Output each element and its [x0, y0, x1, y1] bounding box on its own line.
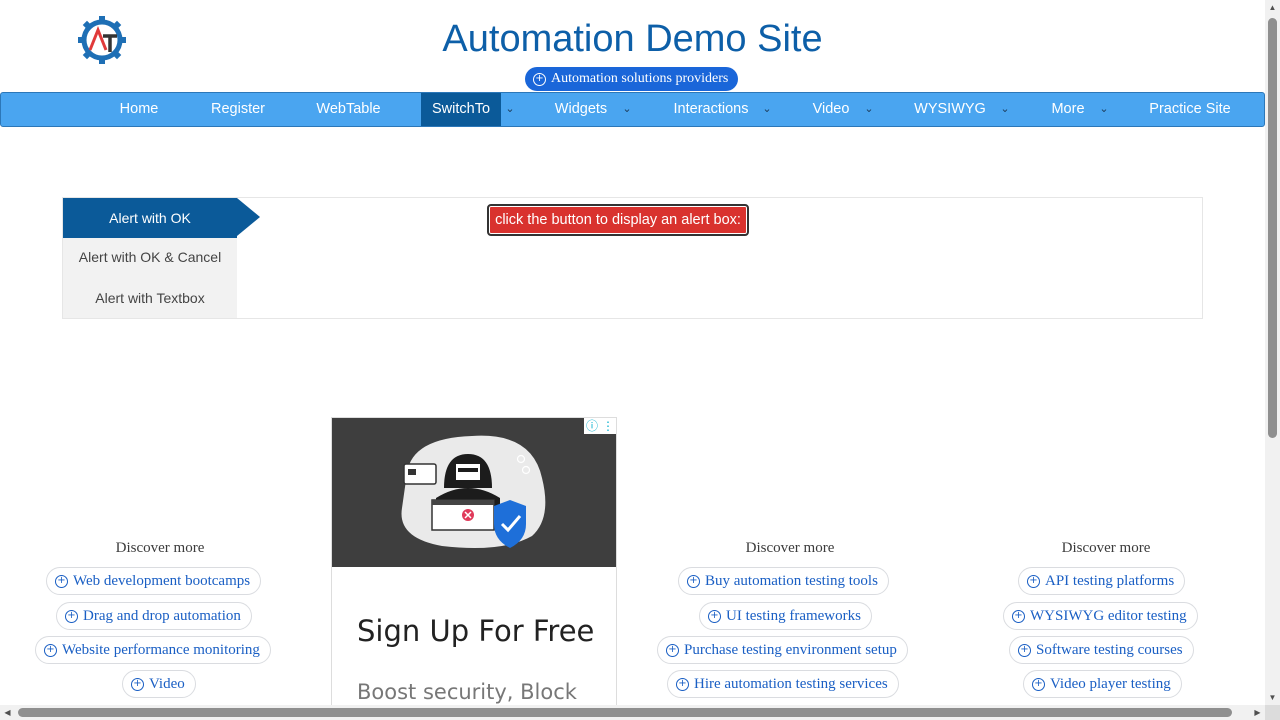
- scrollbar-corner: [1265, 705, 1280, 720]
- tab-alert-ok-cancel[interactable]: Alert with OK & Cancel: [63, 237, 237, 277]
- discover-link-label: Drag and drop automation: [83, 608, 241, 624]
- plus-circle-icon: +: [65, 609, 78, 623]
- plus-circle-icon: +: [131, 677, 144, 691]
- discover-link-label: WYSIWYG editor testing: [1030, 608, 1187, 624]
- discover-left-title-wrap: Discover more: [60, 537, 260, 559]
- tab-alert-ok[interactable]: Alert with OK: [63, 198, 237, 238]
- discover-link-label: UI testing frameworks: [726, 608, 861, 624]
- horizontal-scrollbar[interactable]: ◀ ▶: [0, 705, 1265, 720]
- discover-link-label: Website performance monitoring: [62, 642, 260, 658]
- video-chevron-down-icon[interactable]: ⌄: [859, 93, 879, 126]
- scroll-up-arrow-icon[interactable]: ▲: [1265, 0, 1280, 15]
- discover-link-label: Software testing courses: [1036, 642, 1183, 658]
- more-chevron-down-icon[interactable]: ⌄: [1094, 93, 1114, 126]
- switchto-chevron-down-icon[interactable]: ⌄: [500, 93, 520, 126]
- plus-circle-icon: +: [44, 643, 57, 657]
- discover-link-label: Purchase testing environment setup: [684, 642, 897, 658]
- scroll-right-arrow-icon[interactable]: ▶: [1250, 705, 1265, 720]
- discover-link[interactable]: + Software testing courses: [1009, 636, 1194, 664]
- ad-pill-label: Automation solutions providers: [551, 71, 729, 86]
- main-navbar: Home Register WebTable SwitchTo ⌄ Widget…: [0, 92, 1265, 127]
- plus-circle-icon: +: [687, 574, 700, 588]
- discover-link[interactable]: + Drag and drop automation: [56, 602, 252, 630]
- discover-link[interactable]: + Buy automation testing tools: [678, 567, 889, 595]
- nav-switchto[interactable]: SwitchTo: [421, 93, 501, 126]
- alert-tab-list: Alert with OK Alert with OK & Cancel Ale…: [63, 198, 237, 318]
- discover-left-title: Discover more: [115, 540, 205, 556]
- ad-pill-button[interactable]: + Automation solutions providers: [525, 67, 739, 91]
- discover-link[interactable]: + Video: [122, 670, 196, 698]
- plus-circle-icon: +: [1012, 609, 1025, 623]
- discover-link[interactable]: + API testing platforms: [1018, 567, 1186, 595]
- discover-link-label: Buy automation testing tools: [705, 573, 878, 589]
- plus-circle-icon: +: [533, 72, 546, 86]
- plus-circle-icon: +: [708, 609, 721, 623]
- plus-circle-icon: +: [1032, 677, 1045, 691]
- nav-wysiwyg[interactable]: WYSIWYG: [901, 93, 999, 126]
- discover-link[interactable]: + Web development bootcamps: [46, 567, 262, 595]
- site-title: Automation Demo Site: [442, 18, 823, 60]
- plus-circle-icon: +: [1018, 643, 1031, 657]
- ad-banner[interactable]: ⓘ ⋮ Sign Up For Free Boost security, Blo…: [331, 417, 617, 707]
- horizontal-scroll-thumb[interactable]: [18, 708, 1232, 717]
- nav-widgets[interactable]: Widgets: [541, 93, 621, 126]
- discover-link-label: Video player testing: [1050, 676, 1171, 692]
- discover-link-label: Web development bootcamps: [73, 573, 251, 589]
- discover-link[interactable]: + Website performance monitoring: [35, 636, 271, 664]
- discover-right-title-wrap: Discover more: [1006, 537, 1206, 559]
- nav-practice-site[interactable]: Practice Site: [1136, 93, 1244, 126]
- ad-hacker-illustration: [332, 418, 616, 567]
- ad-badges: ⓘ ⋮: [584, 418, 616, 434]
- ad-headline: Sign Up For Free: [357, 614, 595, 648]
- discover-middle-title-wrap: Discover more: [690, 537, 890, 559]
- discover-link[interactable]: + Video player testing: [1023, 670, 1182, 698]
- nav-register[interactable]: Register: [193, 93, 283, 126]
- ad-menu-icon[interactable]: ⋮: [600, 418, 616, 434]
- tab-alert-textbox[interactable]: Alert with Textbox: [63, 278, 237, 318]
- discover-right-title: Discover more: [1061, 540, 1151, 556]
- scroll-left-arrow-icon[interactable]: ◀: [0, 705, 15, 720]
- nav-interactions[interactable]: Interactions: [661, 93, 761, 126]
- discover-link-label: Video: [149, 676, 185, 692]
- interactions-chevron-down-icon[interactable]: ⌄: [757, 93, 777, 126]
- display-alert-button[interactable]: click the button to display an alert box…: [487, 204, 749, 236]
- plus-circle-icon: +: [676, 677, 689, 691]
- nav-video[interactable]: Video: [796, 93, 866, 126]
- active-tab-arrow: [237, 198, 260, 236]
- discover-link[interactable]: + Hire automation testing services: [667, 670, 899, 698]
- vertical-scroll-thumb[interactable]: [1268, 18, 1277, 438]
- ad-info-icon[interactable]: ⓘ: [584, 418, 600, 434]
- discover-link-label: API testing platforms: [1045, 573, 1175, 589]
- plus-circle-icon: +: [55, 574, 68, 588]
- discover-link[interactable]: + WYSIWYG editor testing: [1003, 602, 1198, 630]
- plus-circle-icon: +: [666, 643, 679, 657]
- vertical-scrollbar[interactable]: ▲ ▼: [1265, 0, 1280, 705]
- discover-link[interactable]: + Purchase testing environment setup: [657, 636, 908, 664]
- ad-subtext: Boost security, Block: [357, 680, 577, 704]
- widgets-chevron-down-icon[interactable]: ⌄: [617, 93, 637, 126]
- nav-webtable[interactable]: WebTable: [301, 93, 396, 126]
- plus-circle-icon: +: [1027, 574, 1040, 588]
- scroll-down-arrow-icon[interactable]: ▼: [1265, 690, 1280, 705]
- nav-home[interactable]: Home: [99, 93, 179, 126]
- wysiwyg-chevron-down-icon[interactable]: ⌄: [995, 93, 1015, 126]
- nav-more[interactable]: More: [1036, 93, 1100, 126]
- discover-link[interactable]: + UI testing frameworks: [699, 602, 872, 630]
- discover-middle-title: Discover more: [745, 540, 835, 556]
- discover-link-label: Hire automation testing services: [694, 676, 888, 692]
